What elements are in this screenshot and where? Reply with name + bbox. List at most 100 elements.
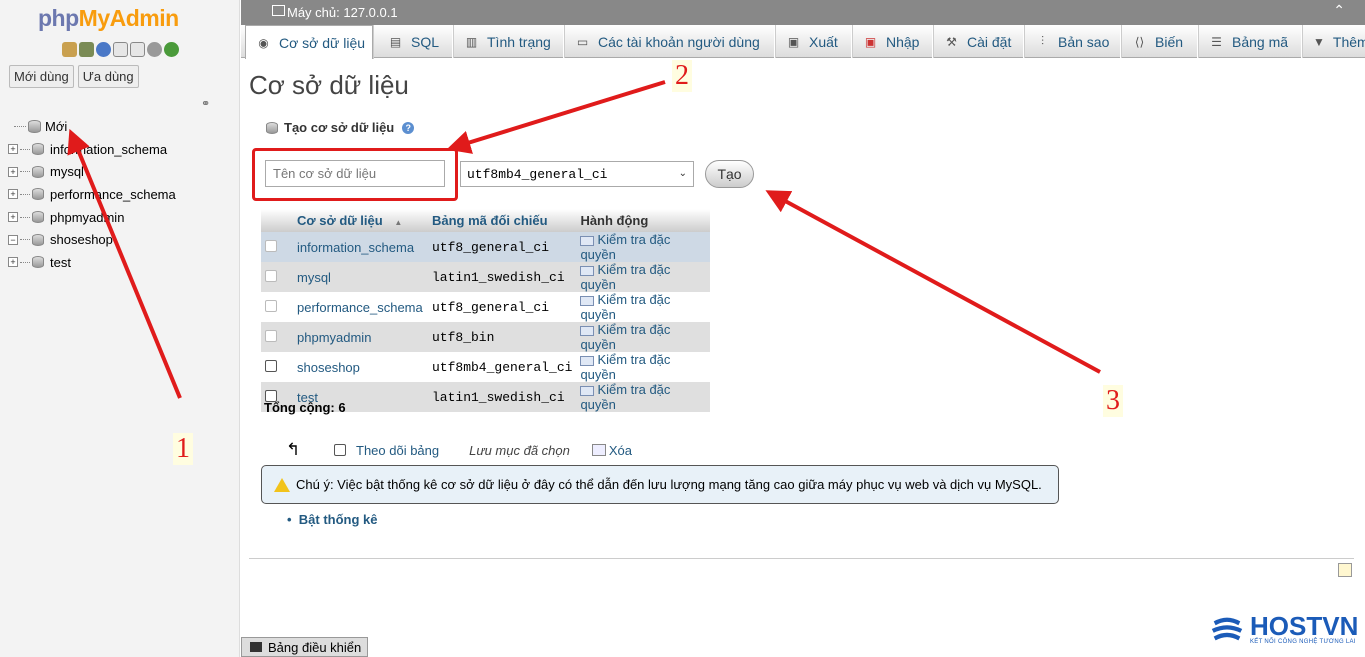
- gear-icon[interactable]: [147, 42, 162, 57]
- chevron-down-icon: ⌄: [678, 169, 687, 180]
- expand-icon[interactable]: +: [8, 212, 18, 223]
- tree-item-new[interactable]: Mới: [8, 115, 176, 138]
- check-all-label[interactable]: Theo dõi bảng: [356, 443, 439, 458]
- tab-databases[interactable]: ◉ Cơ sở dữ liệu: [245, 25, 373, 59]
- phpmyadmin-logo[interactable]: phpMyAdmin: [38, 5, 179, 32]
- row-checkbox[interactable]: [265, 359, 277, 372]
- table-row[interactable]: phpmyadmin utf8_bin Kiểm tra đặc quyền: [261, 322, 710, 352]
- tab-user-accounts[interactable]: ▭ Các tài khoản người dùng: [565, 25, 775, 58]
- tab-more[interactable]: ▼ Thêm: [1303, 25, 1365, 58]
- tree-item-test[interactable]: + test: [8, 251, 176, 274]
- expand-icon[interactable]: +: [8, 144, 18, 155]
- db-name-cell[interactable]: shoseshop: [293, 352, 428, 382]
- db-name-cell[interactable]: performance_schema: [293, 292, 428, 322]
- delete-button[interactable]: Xóa: [609, 443, 632, 458]
- database-table: Cơ sở dữ liệu ▲ Bảng mã đối chiếu Hành đ…: [261, 209, 710, 412]
- tree-label[interactable]: Mới: [45, 119, 67, 134]
- tree-label[interactable]: phpmyadmin: [50, 210, 124, 225]
- recent-tab[interactable]: Mới dùng: [9, 65, 74, 88]
- help-icon[interactable]: ?: [402, 121, 415, 134]
- sql-doc-icon[interactable]: [130, 42, 145, 57]
- logout-icon[interactable]: [79, 42, 94, 57]
- tab-variables[interactable]: ⟨⟩ Biến: [1122, 25, 1198, 58]
- db-name-cell[interactable]: information_schema: [293, 232, 428, 262]
- action-cell[interactable]: Kiểm tra đặc quyền: [576, 352, 710, 382]
- action-cell[interactable]: Kiểm tra đặc quyền: [576, 232, 710, 262]
- sql-icon: ▤: [389, 34, 402, 49]
- row-checkbox[interactable]: [265, 329, 277, 342]
- tree-label[interactable]: performance_schema: [50, 187, 176, 202]
- tree-label[interactable]: shoseshop: [50, 232, 113, 247]
- tab-settings[interactable]: ⚒ Cài đặt: [934, 25, 1024, 58]
- collapse-icon[interactable]: −: [8, 234, 18, 245]
- enable-statistics-link[interactable]: • Bật thống kê: [287, 512, 378, 527]
- create-button[interactable]: Tạo: [705, 160, 754, 188]
- docs-icon[interactable]: [113, 42, 128, 57]
- db-name-cell[interactable]: phpmyadmin: [293, 322, 428, 352]
- table-header-row: Cơ sở dữ liệu ▲ Bảng mã đối chiếu Hành đ…: [261, 209, 710, 232]
- favorites-tab[interactable]: Ưa dùng: [77, 65, 139, 88]
- page-settings-icon[interactable]: [1338, 563, 1352, 577]
- tab-label: Bản sao: [1058, 33, 1110, 50]
- table-row[interactable]: performance_schema utf8_general_ci Kiểm …: [261, 292, 710, 322]
- server-breadcrumb[interactable]: Máy chủ: 127.0.0.1: [287, 5, 398, 20]
- help-icon[interactable]: [96, 42, 111, 57]
- tree-label[interactable]: mysql: [50, 164, 84, 179]
- with-selected-label: Lưu mục đã chọn: [469, 442, 570, 458]
- home-icon[interactable]: [62, 42, 77, 57]
- arrow-2: [446, 80, 666, 154]
- table-row[interactable]: shoseshop utf8mb4_general_ci Kiểm tra đặ…: [261, 352, 710, 382]
- reload-icon[interactable]: [164, 42, 179, 57]
- tree-item-mysql[interactable]: + mysql: [8, 160, 176, 183]
- tab-charsets[interactable]: ☰ Bảng mã: [1199, 25, 1302, 58]
- expand-icon[interactable]: +: [8, 166, 18, 177]
- hostvn-mark-icon: [1211, 617, 1243, 641]
- collation-select[interactable]: utf8mb4_general_ci ⌄: [460, 161, 694, 187]
- action-cell[interactable]: Kiểm tra đặc quyền: [576, 262, 710, 292]
- row-checkbox[interactable]: [265, 239, 277, 252]
- tab-label: Biến: [1155, 33, 1184, 50]
- expand-icon[interactable]: +: [8, 189, 18, 200]
- delete-icon[interactable]: [591, 444, 606, 456]
- action-cell[interactable]: Kiểm tra đặc quyền: [576, 322, 710, 352]
- tree-item-performance-schema[interactable]: + performance_schema: [8, 183, 176, 206]
- create-database-label: Tạo cơ sở dữ liệu: [284, 120, 395, 135]
- row-checkbox[interactable]: [265, 269, 277, 282]
- console-toggle[interactable]: Bảng điều khiển: [241, 637, 369, 657]
- tab-status[interactable]: ▥ Tình trạng: [454, 25, 564, 58]
- main-menu: ◉ Cơ sở dữ liệu ▤ SQL ▥ Tình trạng ▭ Các…: [241, 25, 1365, 59]
- expand-icon[interactable]: +: [8, 257, 18, 268]
- tree-connector: [20, 193, 30, 195]
- server-icon: [272, 5, 285, 16]
- tab-label: SQL: [411, 33, 440, 50]
- tree-label[interactable]: information_schema: [50, 142, 167, 157]
- privileges-icon: [580, 385, 595, 396]
- action-cell[interactable]: Kiểm tra đặc quyền: [576, 292, 710, 322]
- tree-label[interactable]: test: [50, 255, 71, 270]
- tree-item-information-schema[interactable]: + information_schema: [8, 138, 176, 161]
- tree-connector: [20, 171, 30, 173]
- collation-column-header[interactable]: Bảng mã đối chiếu: [428, 209, 577, 232]
- charset-icon: ☰: [1211, 34, 1222, 49]
- enable-statistics-label[interactable]: Bật thống kê: [299, 512, 378, 527]
- name-column-header[interactable]: Cơ sở dữ liệu ▲: [293, 209, 428, 232]
- tab-export[interactable]: ▣ Xuất: [776, 25, 852, 58]
- table-row[interactable]: mysql latin1_swedish_ci Kiểm tra đặc quy…: [261, 262, 710, 292]
- action-cell[interactable]: Kiểm tra đặc quyền: [576, 382, 710, 412]
- status-icon: ▥: [465, 34, 478, 49]
- table-row[interactable]: information_schema utf8_general_ci Kiểm …: [261, 232, 710, 262]
- check-all-checkbox[interactable]: [334, 444, 346, 456]
- tab-replication[interactable]: ⫶ Bản sao: [1025, 25, 1121, 58]
- link-icon[interactable]: ⚭: [201, 97, 210, 110]
- database-name-input[interactable]: [265, 160, 445, 187]
- tab-import[interactable]: ▣ Nhập: [853, 25, 933, 58]
- collapse-top-icon[interactable]: ⌃: [1333, 2, 1345, 19]
- db-name-cell[interactable]: mysql: [293, 262, 428, 292]
- tree-item-shoseshop[interactable]: − shoseshop: [8, 228, 176, 251]
- row-checkbox[interactable]: [265, 299, 277, 312]
- tab-sql[interactable]: ▤ SQL: [378, 25, 453, 58]
- notice-box: Chú ý: Việc bật thống kê cơ sở dữ liệu ở…: [261, 465, 1059, 504]
- hostvn-tagline: KẾT NỐI CÔNG NGHỆ TƯƠNG LAI: [1250, 639, 1356, 645]
- database-icon: [32, 256, 44, 269]
- tree-item-phpmyadmin[interactable]: + phpmyadmin: [8, 206, 176, 229]
